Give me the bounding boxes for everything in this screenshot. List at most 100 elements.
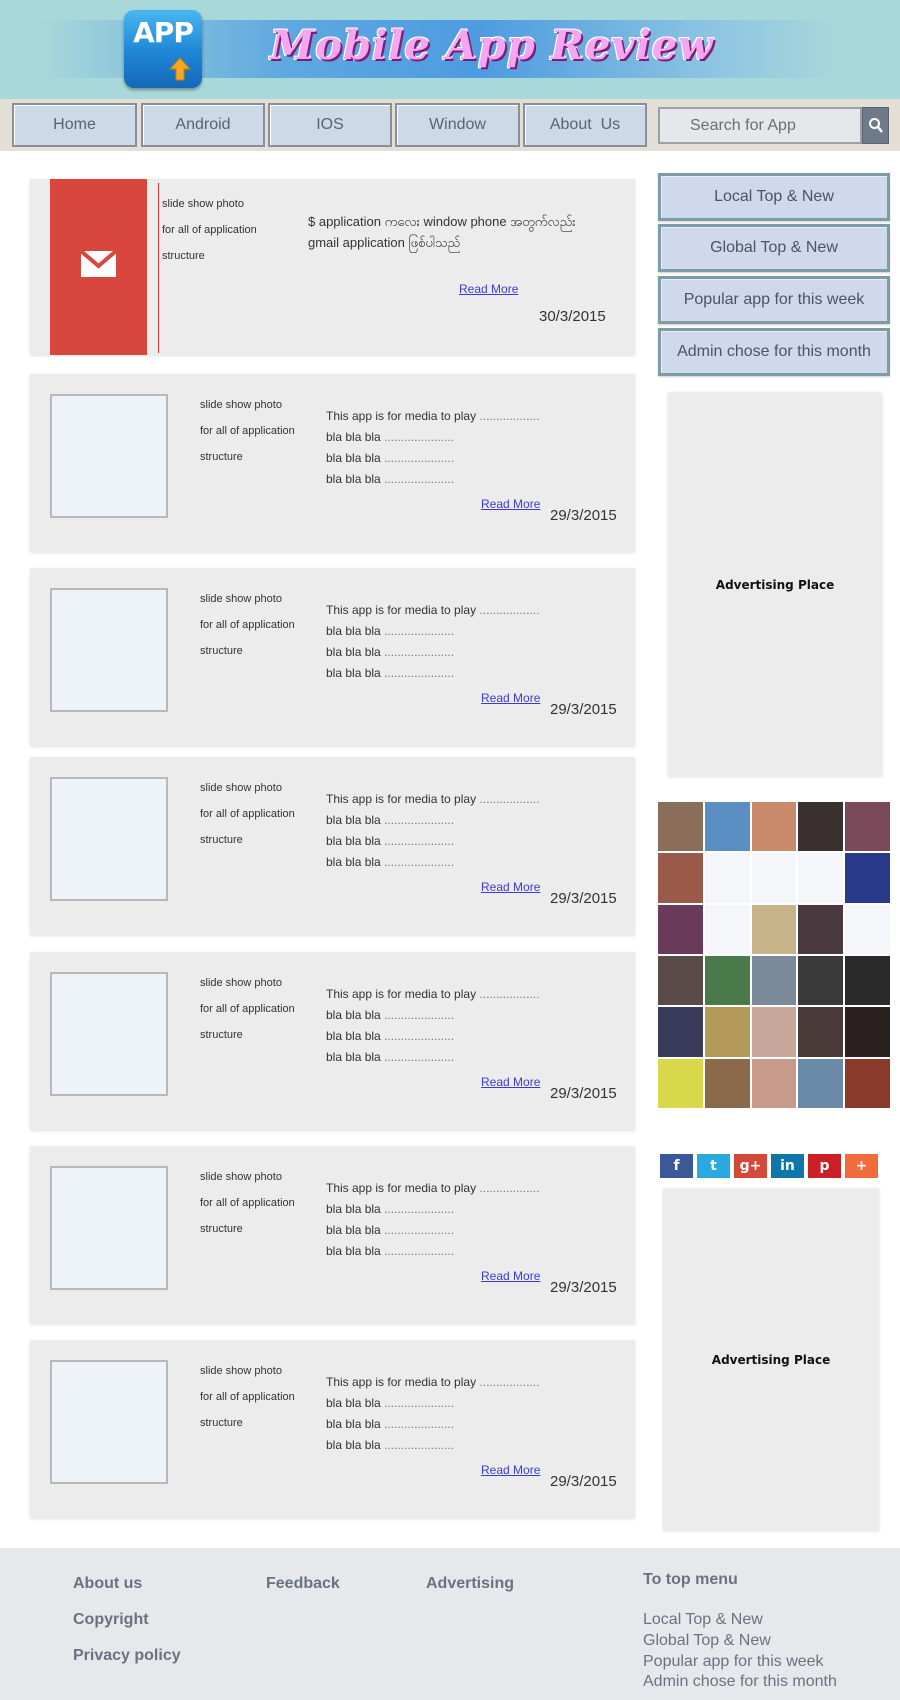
member-photo[interactable]: [704, 955, 750, 1006]
footer-to-top-link[interactable]: To top menu: [643, 1571, 738, 1589]
gmail-icon: [79, 249, 118, 277]
footer-link-global[interactable]: Global Top & New: [643, 1632, 771, 1650]
advertising-box-top[interactable]: Advertising Place: [668, 393, 882, 777]
member-photo[interactable]: [845, 955, 890, 1006]
read-more-link[interactable]: Read More: [481, 1463, 561, 1477]
read-more-link[interactable]: Read More: [481, 1269, 561, 1283]
post-description: This app is for media to play ..........…: [326, 603, 540, 680]
member-photo[interactable]: [751, 802, 797, 852]
featured-thumbnail[interactable]: [50, 179, 147, 355]
member-photo[interactable]: [704, 1058, 750, 1108]
post-meta-line: for all of application: [200, 1391, 295, 1403]
member-photo[interactable]: [751, 904, 797, 954]
post-line: This app is for media to play: [326, 792, 477, 806]
footer-link-local[interactable]: Local Top & New: [643, 1611, 763, 1629]
post-meta: slide show photo for all of application …: [200, 392, 320, 470]
footer-privacy-link[interactable]: Privacy policy: [73, 1647, 181, 1665]
member-photo[interactable]: [658, 955, 703, 1006]
post-line: bla bla bla: [326, 834, 381, 848]
popular-week-button[interactable]: Popular app for this week: [658, 276, 890, 324]
footer-link-popular[interactable]: Popular app for this week: [643, 1653, 824, 1671]
member-photo[interactable]: [798, 1058, 844, 1108]
member-photo[interactable]: [704, 802, 750, 852]
post-date: 29/3/2015: [550, 1279, 617, 1296]
post-line: bla bla bla: [326, 645, 381, 659]
footer-advertising-link[interactable]: Advertising: [426, 1575, 514, 1593]
member-photo[interactable]: [751, 955, 797, 1006]
member-photo[interactable]: [704, 1007, 750, 1057]
post-card[interactable]: slide show photo for all of application …: [30, 568, 635, 746]
post-thumbnail[interactable]: [50, 394, 168, 518]
post-card[interactable]: slide show photo for all of application …: [30, 757, 635, 935]
post-meta-line: slide show photo: [200, 1171, 282, 1183]
footer-link-admin[interactable]: Admin chose for this month: [643, 1673, 837, 1691]
post-line: bla bla bla: [326, 1202, 381, 1216]
post-card[interactable]: slide show photo for all of application …: [30, 1146, 635, 1324]
local-top-new-button[interactable]: Local Top & New: [658, 173, 890, 221]
nav-android[interactable]: Android: [141, 103, 265, 147]
post-meta-line: structure: [200, 1417, 243, 1429]
featured-meta-line: for all of application: [162, 224, 257, 236]
read-more-link[interactable]: Read More: [481, 497, 561, 511]
nav-window[interactable]: Window: [395, 103, 520, 147]
pinterest-icon[interactable]: p: [808, 1154, 841, 1178]
read-more-link[interactable]: Read More: [481, 691, 561, 705]
linkedin-icon[interactable]: in: [771, 1154, 804, 1178]
post-card[interactable]: slide show photo for all of application …: [30, 952, 635, 1130]
post-line: This app is for media to play: [326, 409, 477, 423]
featured-divider: [158, 183, 159, 353]
member-photo[interactable]: [845, 802, 890, 852]
advertising-box-bottom[interactable]: Advertising Place: [663, 1189, 879, 1531]
member-photo[interactable]: [658, 1058, 703, 1108]
post-card[interactable]: slide show photo for all of application …: [30, 1340, 635, 1518]
post-thumbnail[interactable]: [50, 588, 168, 712]
googleplus-icon[interactable]: g+: [734, 1154, 767, 1178]
post-meta: slide show photo for all of application …: [200, 1358, 320, 1436]
footer-about-link[interactable]: About us: [73, 1575, 142, 1593]
admin-choice-button[interactable]: Admin chose for this month: [658, 328, 890, 376]
read-more-link[interactable]: Read More: [481, 1075, 561, 1089]
member-photo[interactable]: [798, 802, 844, 852]
post-meta-line: slide show photo: [200, 977, 282, 989]
more-share-icon[interactable]: +: [845, 1154, 878, 1178]
member-photo[interactable]: [658, 853, 703, 903]
member-photo[interactable]: [658, 904, 703, 954]
post-line: This app is for media to play: [326, 1375, 477, 1389]
search-input[interactable]: Search for App: [658, 107, 862, 144]
app-logo[interactable]: APP: [124, 10, 202, 88]
post-date: 29/3/2015: [550, 507, 617, 524]
featured-post-card[interactable]: slide show photo for all of application …: [30, 179, 635, 355]
global-top-new-button[interactable]: Global Top & New: [658, 224, 890, 272]
post-thumbnail[interactable]: [50, 1360, 168, 1484]
post-card[interactable]: slide show photo for all of application …: [30, 374, 635, 552]
post-meta-line: for all of application: [200, 1197, 295, 1209]
member-photo[interactable]: [751, 1007, 797, 1057]
post-thumbnail[interactable]: [50, 1166, 168, 1290]
member-photo[interactable]: [798, 904, 844, 954]
member-photo[interactable]: [751, 853, 797, 903]
post-thumbnail[interactable]: [50, 972, 168, 1096]
nav-ios[interactable]: IOS: [268, 103, 392, 147]
member-photo[interactable]: [845, 904, 890, 954]
featured-read-more-link[interactable]: Read More: [459, 282, 539, 296]
footer-copyright-link[interactable]: Copyright: [73, 1611, 149, 1629]
member-photo[interactable]: [704, 853, 750, 903]
twitter-icon[interactable]: t: [697, 1154, 730, 1178]
facebook-icon[interactable]: f: [660, 1154, 693, 1178]
member-photo[interactable]: [845, 1058, 890, 1108]
member-photo[interactable]: [658, 1007, 703, 1057]
read-more-link[interactable]: Read More: [481, 880, 561, 894]
nav-home[interactable]: Home: [12, 103, 137, 147]
member-photo[interactable]: [798, 955, 844, 1006]
member-photo[interactable]: [658, 802, 703, 852]
nav-about-us[interactable]: About Us: [523, 103, 647, 147]
member-photo[interactable]: [704, 904, 750, 954]
member-photo[interactable]: [751, 1058, 797, 1108]
member-photo[interactable]: [798, 853, 844, 903]
member-photo[interactable]: [845, 1007, 890, 1057]
member-photo[interactable]: [845, 853, 890, 903]
search-button[interactable]: [862, 107, 889, 144]
footer-feedback-link[interactable]: Feedback: [266, 1575, 340, 1593]
member-photo[interactable]: [798, 1007, 844, 1057]
post-thumbnail[interactable]: [50, 777, 168, 901]
